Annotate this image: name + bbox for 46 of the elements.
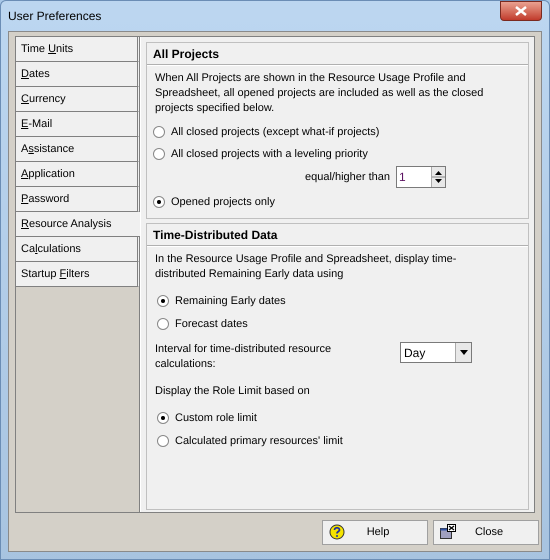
option-label: Remaining Early dates xyxy=(175,294,286,309)
description-text: In the Resource Usage Profile and Spreadsheet, display time-distributed Remaining Early data using xyxy=(155,252,458,282)
tab[interactable]: E-Mail xyxy=(16,112,139,137)
tab[interactable]: Startup Filters xyxy=(16,262,139,287)
tab[interactable]: Assistance xyxy=(16,137,139,162)
option-label: Opened projects only xyxy=(171,194,275,210)
tab[interactable]: Password xyxy=(16,187,139,212)
close-button[interactable] xyxy=(500,1,542,21)
radio-option[interactable]: All closed projects (except what-if projects) xyxy=(147,122,528,142)
radio-button[interactable] xyxy=(153,126,165,138)
field-label: equal/higher than xyxy=(305,170,390,185)
radio-button[interactable] xyxy=(153,148,165,160)
close-window-icon xyxy=(440,524,456,540)
radio-option[interactable]: Calculated primary resources' limit xyxy=(147,431,528,451)
interval-dropdown[interactable]: Day xyxy=(400,342,472,363)
option-label: All closed projects with a leveling priority xyxy=(171,146,368,162)
field-label: Interval for time-distributed resource calculations: xyxy=(155,342,332,372)
spin-field[interactable]: 1 xyxy=(396,166,446,188)
option-label: Calculated primary resources' limit xyxy=(175,434,343,449)
radio-option[interactable]: All closed projects with a leveling priority xyxy=(147,144,528,164)
tab[interactable]: Time Units xyxy=(16,37,139,62)
radio-button[interactable] xyxy=(157,318,169,330)
option-label: Forecast dates xyxy=(175,316,248,332)
tab[interactable]: Calculations xyxy=(16,237,139,262)
radio-option[interactable]: Custom role limit xyxy=(147,408,528,428)
option-label: All closed projects (except what-if projects) xyxy=(171,124,380,140)
radio-button[interactable] xyxy=(153,196,165,208)
radio-button[interactable] xyxy=(157,412,169,424)
help-button[interactable]: Help xyxy=(322,520,428,544)
radio-button[interactable] xyxy=(157,435,169,447)
help-icon xyxy=(329,524,345,540)
close-icon xyxy=(515,6,527,16)
close-button[interactable]: Close xyxy=(433,520,539,544)
description-text: When All Projects are shown in the Resource Usage Profile and Spreadsheet, all opened projects are included as well as the closed projects specified below. xyxy=(155,71,484,116)
option-label: Custom role limit xyxy=(175,410,257,426)
radio-button[interactable] xyxy=(157,295,169,307)
tab[interactable]: Currency xyxy=(16,87,139,112)
window-title: User Preferences xyxy=(8,8,102,25)
radio-option[interactable]: Opened projects only xyxy=(147,192,528,212)
dropdown-arrow-icon[interactable] xyxy=(460,350,468,355)
tab[interactable]: Dates xyxy=(16,62,139,87)
tab[interactable]: Application xyxy=(16,162,139,187)
tab[interactable]: Resource Analysis xyxy=(16,212,140,237)
radio-option[interactable]: Forecast dates xyxy=(147,314,528,334)
description-text: Display the Role Limit based on xyxy=(154,384,311,399)
radio-option[interactable]: Remaining Early dates xyxy=(147,291,528,311)
